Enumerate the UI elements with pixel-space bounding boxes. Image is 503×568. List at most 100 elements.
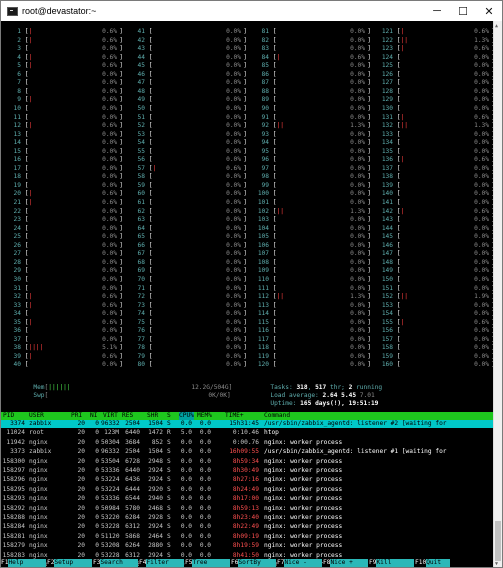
process-row[interactable]: 158296 nginx 20 0 53224 6436 2924 S 0.0 0.0 8h27:1… [1, 476, 493, 484]
process-res: 2504 [125, 420, 140, 427]
process-virt: 50304 [101, 438, 120, 446]
cpu-percent: 0.0% [350, 190, 365, 198]
column-header-cpu[interactable]: CPU% [179, 412, 194, 420]
fkey-f6[interactable]: F6SortBy [231, 559, 277, 567]
cpu-usage-bar: | [28, 62, 33, 70]
process-pri: 20 [77, 448, 85, 456]
cpu-number: 64 [137, 224, 145, 232]
cpu-number: 26 [13, 241, 21, 249]
process-ni: 0 [95, 476, 99, 484]
process-pri: 20 [77, 514, 85, 521]
column-header-res[interactable]: RES [122, 412, 133, 420]
cpu-usage-bar: | [28, 301, 33, 309]
process-row[interactable]: 158281 nginx 20 0 51120 5868 2464 S 0.0 0.0 8h09:1… [1, 533, 493, 541]
fkey-key: F10 [415, 559, 427, 566]
scrollbar[interactable]: ▲ ▼ [493, 21, 502, 567]
cpu-number: 113 [257, 301, 269, 309]
process-mem: 0.0 [199, 514, 211, 521]
cpu-percent: 0.0% [102, 335, 117, 343]
cpu-percent: 0.0% [474, 352, 489, 360]
cpu-percent: 0.0% [102, 250, 117, 258]
process-res: 6444 [125, 485, 140, 493]
process-cmd: nginx: worker process [264, 532, 343, 540]
cpu-percent: 1.3% [474, 36, 489, 44]
window-title: root@devastator:~ [22, 6, 97, 16]
fkey-f8[interactable]: F8Nice + [323, 559, 369, 567]
scrollbar-thumb[interactable] [495, 521, 501, 561]
fkey-f10[interactable]: F10Quit [415, 559, 451, 567]
cpu-meter: 8 [0.0%] [5, 88, 123, 96]
fkey-f7[interactable]: F7Nice - [277, 559, 323, 567]
process-row[interactable]: 158279 nginx 20 0 53208 6264 2880 S 0.0 0.0 8h19:5… [1, 542, 493, 550]
process-row[interactable]: 158292 nginx 20 0 50984 5780 2468 S 0.0 0.0 8h59:1… [1, 505, 493, 513]
cpu-percent: 0.0% [102, 327, 117, 335]
cpu-percent: 0.0% [226, 207, 241, 215]
fkey-f5[interactable]: F5Tree [185, 559, 231, 567]
fkey-f1[interactable]: F1Help [1, 559, 47, 567]
cpu-number: 27 [13, 250, 21, 258]
process-row[interactable]: 3373 zabbix 20 0 96332 2504 1504 S 0.0 0.0 16h09:5… [1, 448, 493, 456]
cpu-number: 14 [13, 139, 21, 147]
column-header-virt[interactable]: VIRT [103, 412, 118, 420]
minimize-button[interactable]: ─ [424, 1, 450, 21]
process-row[interactable]: 158295 nginx 20 0 53224 6444 2920 S 0.0 0.0 8h24:4… [1, 486, 493, 494]
process-shr: 2948 [148, 457, 163, 465]
fkey-f3[interactable]: F3Search [93, 559, 139, 567]
cpu-usage-bar: | [28, 28, 33, 35]
cpu-meter: 134 [0.0%] [377, 139, 493, 147]
cpu-meter: 132 [||1.3%] [377, 122, 493, 130]
cpu-percent: 0.0% [474, 70, 489, 78]
column-header-s[interactable]: S [167, 412, 171, 420]
process-row[interactable]: 158293 nginx 20 0 53336 6544 2940 S 0.0 0.0 8h17:0… [1, 495, 493, 503]
cpu-percent: 0.0% [226, 79, 241, 87]
scroll-up-arrow-icon[interactable]: ▲ [495, 23, 498, 29]
process-row[interactable]: 158288 nginx 20 0 53220 6284 2928 S 0.0 0.0 8h23:4… [1, 514, 493, 522]
column-header-pid[interactable]: PID [3, 412, 14, 420]
column-header-ni[interactable]: NI [90, 412, 97, 420]
column-header-mem[interactable]: MEM% [197, 412, 212, 420]
cpu-meter: 57 [| 0.6%] [129, 165, 247, 173]
column-header-pri[interactable]: PRI [71, 412, 82, 420]
maximize-button[interactable]: ☐ [450, 1, 476, 21]
cpu-number: 63 [137, 216, 145, 224]
cpu-meter: 91 [0.0%] [253, 114, 371, 122]
column-header-time[interactable]: TIME+ [225, 412, 244, 420]
process-time: 8h59:34 [232, 457, 259, 465]
process-shr: 1504 [148, 420, 163, 427]
scroll-down-arrow-icon[interactable]: ▼ [495, 561, 498, 567]
cpu-meter: 31 [0.0%] [5, 285, 123, 293]
process-pid: 158300 [2, 457, 25, 465]
cpu-number: 23 [13, 216, 21, 224]
process-s: R [167, 429, 171, 437]
htop-screen[interactable]: 1 [|0.6%]41 [0.0%]81 [0.0%]121 [|0.6%]2 … [1, 21, 493, 567]
fkey-f4[interactable]: F4Filter [139, 559, 185, 567]
cpu-number: 86 [261, 70, 269, 78]
process-table-header[interactable]: PID USER PRI NI VIRT RES SHR S CPU% MEM% TIME+ Comm… [1, 412, 493, 420]
column-header-command[interactable]: Command [264, 412, 290, 420]
fkey-key: F8 [323, 559, 331, 566]
process-row[interactable]: 11942 nginx 20 0 50304 3684 852 S 0.0 0.0 0:00.76 n… [1, 439, 493, 447]
process-row[interactable]: 158297 nginx 20 0 53336 6440 2924 S 0.0 0.0 8h30:4… [1, 467, 493, 475]
cpu-percent: 0.0% [102, 113, 117, 121]
cpu-percent: 0.0% [102, 207, 117, 215]
close-button[interactable]: ✕ [476, 1, 502, 21]
cpu-number: 146 [381, 241, 393, 249]
fkey-f9[interactable]: F9Kill [369, 559, 415, 567]
cpu-number: 17 [13, 164, 21, 172]
fkey-f2[interactable]: F2Setup [47, 559, 93, 567]
process-shr: 2940 [148, 495, 163, 503]
mem-bar: |||||| [48, 384, 71, 391]
process-cpu: 0.0 [180, 514, 192, 521]
cpu-meter: 27 [0.0%] [5, 250, 123, 258]
fkey-label: SortBy [238, 559, 277, 567]
column-header-user[interactable]: USER [29, 412, 44, 420]
process-row[interactable]: 158284 nginx 20 0 53228 6312 2924 S 0.0 0.0 8h22:4… [1, 523, 493, 531]
process-user: zabbix [29, 448, 52, 456]
cpu-percent: 0.0% [102, 79, 117, 87]
process-row[interactable]: 11024 root 20 0 123M 6440 1472 R 5.0 0.0 0:10.46 ht… [1, 429, 493, 437]
process-row[interactable]: 3374 zabbix 20 0 96332 2504 1504 S 0.0 0.0 15h31:4… [1, 420, 493, 428]
process-ni: 0 [95, 504, 99, 512]
column-header-shr[interactable]: SHR [147, 412, 158, 420]
process-row[interactable]: 158300 nginx 20 0 53504 6728 2948 S 0.0 0.0 8h59:3… [1, 458, 493, 466]
process-ni: 0 [95, 420, 99, 427]
